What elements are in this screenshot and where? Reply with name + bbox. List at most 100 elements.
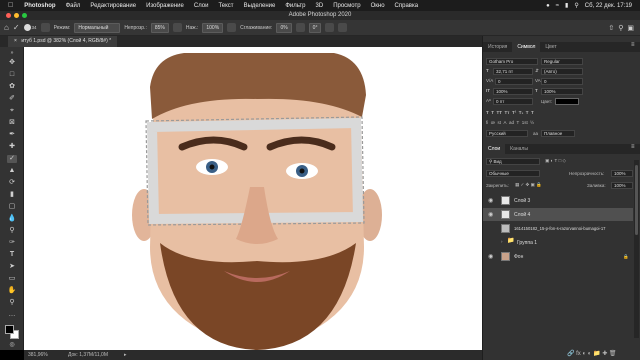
- more-tools-icon[interactable]: …: [7, 311, 17, 319]
- path-selection-tool-icon[interactable]: ➤: [7, 263, 17, 271]
- battery-icon[interactable]: ▮: [565, 2, 568, 9]
- apple-icon[interactable]: : [0, 2, 19, 9]
- foreground-color-swatch[interactable]: [5, 325, 14, 334]
- leading-field[interactable]: (Авто): [541, 68, 583, 75]
- tab-history[interactable]: История: [483, 42, 512, 52]
- angle-field[interactable]: 0°: [308, 22, 322, 33]
- workspace-icon[interactable]: ▣: [627, 24, 634, 32]
- visibility-eye-icon[interactable]: ◉: [488, 211, 493, 218]
- brush-settings-icon[interactable]: [40, 23, 50, 32]
- search-icon[interactable]: ⚲: [574, 2, 578, 9]
- kerning-field[interactable]: 0: [495, 78, 533, 85]
- visibility-eye-icon[interactable]: ◉: [488, 197, 493, 204]
- layer-row[interactable]: ◉ Фон 🔒: [483, 250, 633, 263]
- pressure-size-icon[interactable]: [325, 23, 335, 32]
- window-close-button[interactable]: [6, 13, 11, 18]
- smoothing-settings-icon[interactable]: [295, 23, 305, 32]
- quick-select-tool-icon[interactable]: ✐: [7, 95, 17, 103]
- clone-stamp-tool-icon[interactable]: ▲: [7, 167, 17, 175]
- control-center-icon[interactable]: ●: [546, 3, 550, 9]
- horizontal-scale-field[interactable]: 100%: [541, 88, 583, 95]
- menu-type[interactable]: Текст: [213, 3, 238, 9]
- font-family-select[interactable]: Gotham Pro: [486, 58, 538, 65]
- fill-field[interactable]: 100%: [611, 182, 633, 189]
- window-zoom-button[interactable]: [22, 13, 27, 18]
- antialias-select[interactable]: Плавное: [541, 130, 575, 137]
- menu-window[interactable]: Окно: [366, 3, 390, 9]
- blend-mode-select[interactable]: Обычные: [486, 170, 540, 177]
- gradient-tool-icon[interactable]: ▢: [7, 203, 17, 211]
- font-size-field[interactable]: 32,71 пт: [493, 68, 533, 75]
- layers-menu-icon[interactable]: ≡: [631, 144, 635, 150]
- collapse-toolbar-icon[interactable]: »: [7, 49, 17, 57]
- menu-view[interactable]: Просмотр: [328, 3, 365, 9]
- menu-edit[interactable]: Редактирование: [85, 3, 141, 9]
- pen-tool-icon[interactable]: ✑: [7, 239, 17, 247]
- brush-tool-icon[interactable]: ✓: [13, 23, 20, 32]
- menu-help[interactable]: Справка: [390, 3, 424, 9]
- document-tab[interactable]: × итуб 1.psd @ 382% (Слой 4, RGB/8#) *: [8, 36, 118, 47]
- zoom-tool-icon[interactable]: ⚲: [7, 299, 17, 307]
- layer-row[interactable]: 1614150182_15-p-fon-s-razorvannoi-bumago…: [483, 222, 633, 235]
- menu-3d[interactable]: 3D: [311, 3, 329, 9]
- history-brush-tool-icon[interactable]: ⟳: [7, 179, 17, 187]
- layer-opacity-field[interactable]: 100%: [611, 170, 633, 177]
- tab-channels[interactable]: Каналы: [505, 144, 533, 154]
- marquee-tool-icon[interactable]: □: [7, 71, 17, 79]
- window-minimize-button[interactable]: [14, 13, 19, 18]
- text-style-buttons[interactable]: T T TT Tт T¹ T₁ T T: [486, 110, 534, 115]
- type-tool-icon[interactable]: T: [7, 251, 17, 259]
- search-panel-icon[interactable]: ⚲: [618, 24, 623, 32]
- layer-group-row[interactable]: › 📁 Группа 1: [483, 236, 633, 249]
- document-canvas[interactable]: [24, 47, 482, 350]
- language-select[interactable]: Русский: [486, 130, 528, 137]
- opentype-buttons[interactable]: fi œ st A ad T 1st ½: [486, 120, 534, 125]
- wifi-icon[interactable]: ≈: [556, 3, 559, 9]
- baseline-shift-field[interactable]: 0 пт: [493, 98, 533, 105]
- layer-row[interactable]: ◉ Слой 3: [483, 194, 633, 207]
- visibility-eye-icon[interactable]: ◉: [488, 253, 493, 260]
- status-arrow-icon[interactable]: ▸: [124, 350, 127, 360]
- rectangle-tool-icon[interactable]: ▭: [7, 275, 17, 283]
- menubar-clock[interactable]: Сб, 22 дек. 17:19: [585, 3, 632, 9]
- group-expand-chevron-icon[interactable]: ›: [501, 239, 503, 244]
- tab-character[interactable]: Символ: [512, 42, 541, 52]
- document-size-info[interactable]: Док: 1,37М/11,0М: [68, 350, 108, 360]
- layer-filter-select[interactable]: ⚲ Вид: [486, 158, 540, 165]
- quick-mask-icon[interactable]: ◎: [7, 341, 17, 349]
- blur-tool-icon[interactable]: 💧: [7, 215, 17, 223]
- share-icon[interactable]: ⇧: [608, 24, 614, 32]
- menu-layers[interactable]: Слои: [189, 3, 214, 9]
- tracking-field[interactable]: 0: [541, 78, 583, 85]
- frame-tool-icon[interactable]: ⊠: [7, 119, 17, 127]
- menu-app-photoshop[interactable]: Photoshop: [19, 3, 60, 9]
- tab-color[interactable]: Цвет: [540, 42, 561, 52]
- home-icon[interactable]: ⌂: [4, 23, 9, 32]
- flow-field[interactable]: 100%: [202, 22, 224, 33]
- tab-layers[interactable]: Слои: [483, 144, 506, 154]
- text-color-swatch[interactable]: [555, 98, 579, 105]
- menu-filter[interactable]: Фильтр: [280, 3, 310, 9]
- smoothing-field[interactable]: 0%: [276, 22, 292, 33]
- dodge-tool-icon[interactable]: ⚲: [7, 227, 17, 235]
- crop-tool-icon[interactable]: ⌖: [7, 107, 17, 115]
- layer-actions[interactable]: 🔗 fx ◐ ◐ 📁 ✚ 🗑: [567, 350, 617, 357]
- move-tool-icon[interactable]: ✥: [7, 59, 17, 67]
- panel-menu-icon[interactable]: ≡: [631, 42, 635, 48]
- zoom-level[interactable]: 381,96%: [28, 350, 48, 360]
- lasso-tool-icon[interactable]: ✿: [7, 83, 17, 91]
- vertical-scale-field[interactable]: 100%: [493, 88, 533, 95]
- layer-row-selected[interactable]: ◉ Слой 4: [483, 208, 633, 221]
- menu-image[interactable]: Изображение: [141, 3, 189, 9]
- menu-file[interactable]: Файл: [61, 3, 86, 9]
- healing-brush-tool-icon[interactable]: ✚: [7, 143, 17, 151]
- hand-tool-icon[interactable]: ✋: [7, 287, 17, 295]
- brush-preset-picker[interactable]: 34: [23, 24, 37, 31]
- eyedropper-tool-icon[interactable]: ✒: [7, 131, 17, 139]
- layers-scrollbar-thumb[interactable]: [635, 165, 638, 235]
- layer-filter-icons[interactable]: ▣ ◐ T □ ◇: [545, 158, 566, 164]
- eraser-tool-icon[interactable]: ▮: [7, 191, 17, 199]
- lock-icons[interactable]: ▦ ✓ ✥ ▣ 🔒: [515, 182, 542, 188]
- opacity-field[interactable]: 85%: [150, 22, 169, 33]
- symmetry-icon[interactable]: [338, 23, 348, 32]
